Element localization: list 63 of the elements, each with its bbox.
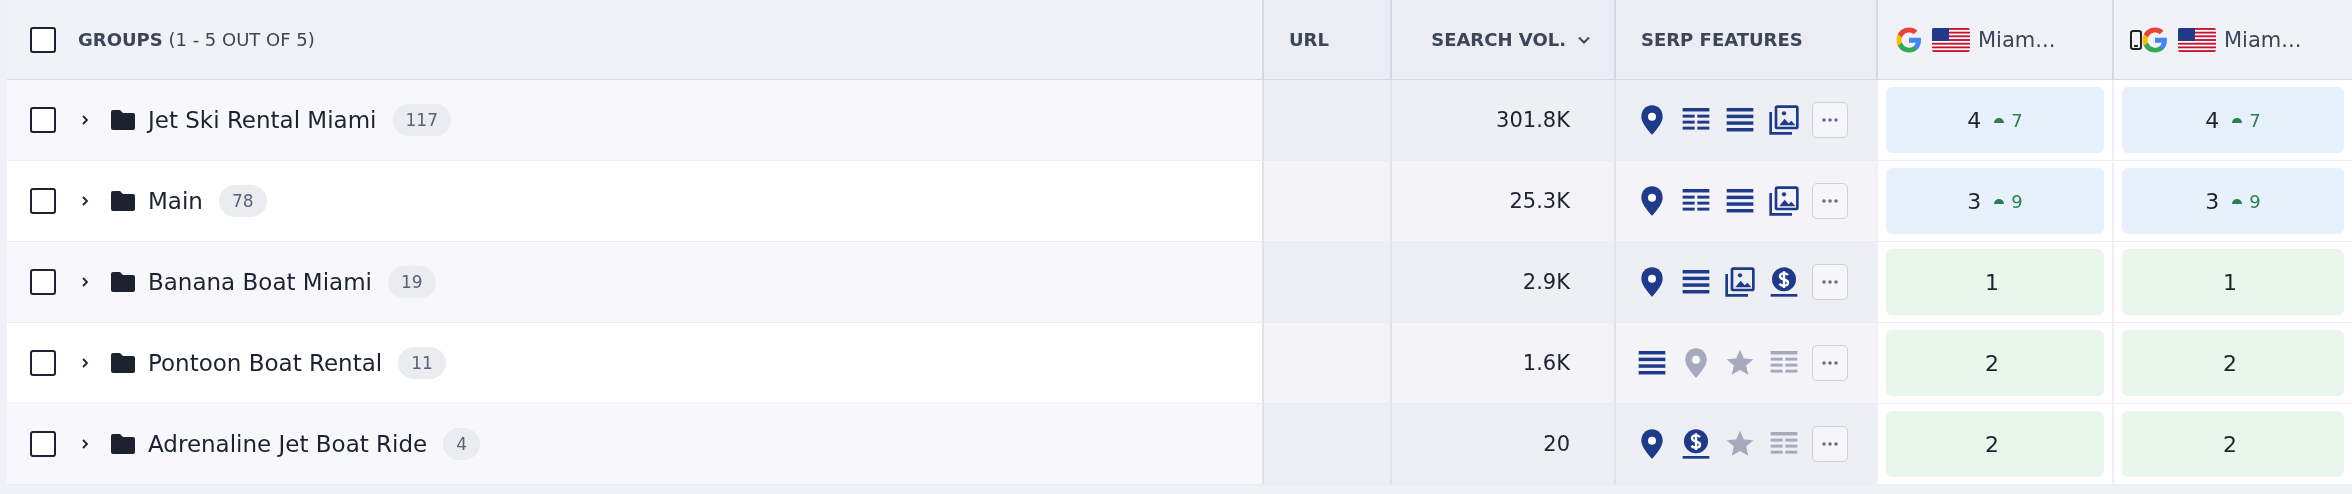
ellipsis-icon xyxy=(1822,442,1838,446)
up-icon xyxy=(2231,116,2244,124)
folder-icon xyxy=(110,109,136,131)
images-icon[interactable] xyxy=(1768,185,1800,217)
folder-icon xyxy=(110,433,136,455)
count-badge: 4 xyxy=(443,428,480,460)
search-volume: 25.3K xyxy=(1509,189,1570,213)
search-volume: 1.6K xyxy=(1522,351,1570,375)
group-name[interactable]: Jet Ski Rental Miami xyxy=(148,107,377,133)
column-header: SERP FEATURES xyxy=(1641,29,1803,50)
checkbox[interactable] xyxy=(30,350,56,376)
rank-change: 9 xyxy=(2249,190,2261,212)
flag-icon xyxy=(2178,27,2216,52)
up-icon xyxy=(2231,197,2244,205)
column-header[interactable]: Miam... xyxy=(1978,27,2056,52)
rank-value: 2 xyxy=(1985,431,1999,457)
rank-value: 4 xyxy=(1967,107,1982,133)
group-name[interactable]: Adrenaline Jet Boat Ride xyxy=(148,431,428,457)
rank-value: 4 xyxy=(2205,107,2220,133)
flag-icon xyxy=(1932,27,1970,52)
checkbox[interactable] xyxy=(30,26,56,53)
count-badge: 11 xyxy=(398,347,446,379)
search-volume: 2.9K xyxy=(1522,270,1570,294)
rank-value: 1 xyxy=(1985,269,1999,295)
folder-icon xyxy=(110,271,136,293)
folder-icon xyxy=(110,190,136,212)
search-volume: 301.8K xyxy=(1496,108,1570,132)
checkbox[interactable] xyxy=(30,107,56,133)
column-header: URL xyxy=(1289,29,1329,50)
up-icon xyxy=(1993,197,2006,205)
dollar-icon[interactable] xyxy=(1680,428,1712,460)
checkbox[interactable] xyxy=(30,431,56,457)
phone-icon xyxy=(2130,29,2142,50)
rank-value: 3 xyxy=(2205,188,2220,214)
group-name[interactable]: Pontoon Boat Rental xyxy=(148,350,383,376)
checkbox[interactable] xyxy=(30,188,56,214)
ellipsis-icon xyxy=(1822,361,1838,365)
group-name[interactable]: Banana Boat Miami xyxy=(148,269,372,295)
rank-value: 1 xyxy=(2223,269,2237,295)
rank-change: 9 xyxy=(2011,190,2023,212)
up-icon xyxy=(1993,116,2006,124)
count-badge: 19 xyxy=(387,266,436,298)
rank-value: 3 xyxy=(1967,188,1982,214)
count-badge: 78 xyxy=(218,185,267,217)
count-badge: 117 xyxy=(392,104,451,136)
images-icon[interactable] xyxy=(1768,104,1800,136)
group-name[interactable]: Main xyxy=(148,188,203,214)
rank-change: 7 xyxy=(2011,109,2023,131)
ellipsis-icon xyxy=(1822,118,1838,122)
images-icon[interactable] xyxy=(1724,266,1756,298)
ellipsis-icon xyxy=(1822,199,1838,203)
dollar-icon[interactable] xyxy=(1768,266,1800,298)
search-volume: 20 xyxy=(1543,432,1570,456)
checkbox[interactable] xyxy=(30,269,56,295)
folder-icon xyxy=(110,352,136,374)
column-header: GROUPS (1 - 5 OUT OF 5) xyxy=(78,29,315,50)
rank-value: 2 xyxy=(2223,431,2237,457)
rank-value: 2 xyxy=(1985,350,1999,376)
column-header[interactable]: SEARCH VOL. xyxy=(1431,29,1566,50)
rank-value: 2 xyxy=(2223,350,2237,376)
ellipsis-icon xyxy=(1822,280,1838,284)
column-header[interactable]: Miam... xyxy=(2224,27,2302,52)
rank-change: 7 xyxy=(2249,109,2261,131)
